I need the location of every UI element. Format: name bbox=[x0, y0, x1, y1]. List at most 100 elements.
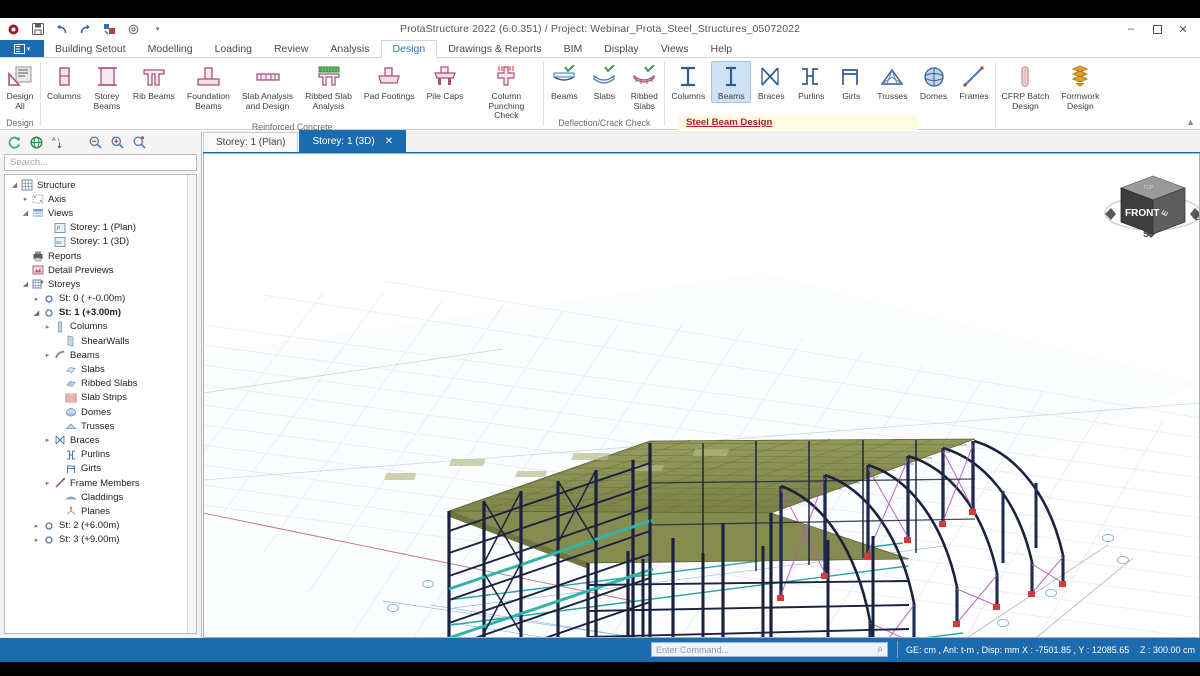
tree-item-views[interactable]: ◢Views bbox=[5, 206, 196, 220]
command-search-icon[interactable]: ⌕ bbox=[877, 644, 883, 655]
tree-scrollbar[interactable] bbox=[187, 175, 196, 633]
formwork-design-button[interactable]: FormworkDesign bbox=[1055, 61, 1105, 112]
ribbon-tab-bim[interactable]: BIM bbox=[553, 40, 594, 57]
tree-item-purlins[interactable]: Purlins bbox=[5, 448, 196, 462]
deflection-slabs-button[interactable]: Slabs bbox=[584, 61, 624, 103]
tree-item-planes[interactable]: Planes bbox=[5, 504, 196, 518]
tree-expander-icon[interactable]: ▸ bbox=[42, 436, 53, 444]
model-3d-canvas[interactable]: Z X Y bbox=[203, 153, 1200, 638]
steel-domes-button[interactable]: Domes bbox=[914, 61, 954, 103]
undo-icon[interactable] bbox=[54, 22, 69, 37]
ribbon-tab-views[interactable]: Views bbox=[650, 40, 700, 57]
rc-columns-button[interactable]: Columns bbox=[41, 61, 87, 103]
sort-az-icon[interactable]: A1 bbox=[50, 134, 67, 151]
globe-icon[interactable] bbox=[28, 134, 45, 151]
steel-girts-button[interactable]: Girts bbox=[831, 61, 871, 103]
slab-analysis-button[interactable]: Slab Analysisand Design bbox=[236, 61, 299, 112]
tree-item-st-2-6-00m[interactable]: ▸St: 2 (+6.00m) bbox=[5, 519, 196, 533]
steel-columns-button[interactable]: Columns bbox=[665, 61, 711, 103]
structure-search-box[interactable] bbox=[4, 154, 197, 171]
structure-tree[interactable]: ◢Structure▸Axis◢ViewsPStorey: 1 (Plan)3D… bbox=[4, 174, 197, 634]
steel-frames-button[interactable]: Frames bbox=[954, 61, 995, 103]
steel-trusses-button[interactable]: Trusses bbox=[871, 61, 913, 103]
tree-item-storey-1-3d[interactable]: 3DStorey: 1 (3D) bbox=[5, 235, 196, 249]
ribbon-tab-review[interactable]: Review bbox=[263, 40, 319, 57]
tree-expander-icon[interactable]: ▸ bbox=[31, 295, 42, 303]
ribbon-tab-loading[interactable]: Loading bbox=[204, 40, 263, 57]
redo-icon[interactable] bbox=[78, 22, 93, 37]
ribbon-tab-building-setout[interactable]: Building Setout bbox=[44, 40, 137, 57]
document-tab-storey-1-plan[interactable]: Storey: 1 (Plan) bbox=[203, 132, 298, 152]
search-input[interactable] bbox=[10, 157, 191, 168]
steel-purlins-button[interactable]: Purlins bbox=[791, 61, 831, 103]
tree-expander-icon[interactable]: ▸ bbox=[42, 351, 53, 359]
ribbon-tab-analysis[interactable]: Analysis bbox=[319, 40, 380, 57]
tree-item-st-0-0-00m[interactable]: ▸St: 0 ( +-0.00m) bbox=[5, 292, 196, 306]
tree-expander-icon[interactable]: ▸ bbox=[42, 479, 53, 487]
tree-expander-icon[interactable]: ▸ bbox=[42, 323, 53, 331]
refresh-icon[interactable] bbox=[6, 134, 23, 151]
tree-item-ribbed-slabs[interactable]: Ribbed Slabs bbox=[5, 377, 196, 391]
tree-expander-icon[interactable]: ▸ bbox=[31, 522, 42, 530]
tree-expander-icon[interactable]: ◢ bbox=[20, 209, 31, 217]
cfrp-batch-design-button[interactable]: CFRP BatchDesign bbox=[996, 61, 1056, 112]
ribbon-tab-help[interactable]: Help bbox=[700, 40, 744, 57]
application-menu-button[interactable]: ▾ bbox=[0, 40, 44, 57]
ribbon-tab-design[interactable]: Design bbox=[381, 40, 438, 58]
tree-expander-icon[interactable]: ▸ bbox=[31, 536, 42, 544]
zoom-reset-icon[interactable] bbox=[131, 134, 148, 151]
tree-item-storey-1-plan[interactable]: PStorey: 1 (Plan) bbox=[5, 221, 196, 235]
tree-item-shearwalls[interactable]: ShearWalls bbox=[5, 334, 196, 348]
tree-item-slab-strips[interactable]: Slab Strips bbox=[5, 391, 196, 405]
tree-item-axis[interactable]: ▸Axis bbox=[5, 192, 196, 206]
tree-item-trusses[interactable]: Trusses bbox=[5, 419, 196, 433]
tree-item-claddings[interactable]: Claddings bbox=[5, 490, 196, 504]
zoom-in-icon[interactable] bbox=[109, 134, 126, 151]
tree-item-braces[interactable]: ▸Braces bbox=[5, 433, 196, 447]
record-icon[interactable] bbox=[6, 22, 21, 37]
close-button[interactable]: ✕ bbox=[1170, 18, 1196, 40]
command-input[interactable] bbox=[656, 645, 877, 655]
maximize-button[interactable] bbox=[1144, 18, 1170, 40]
tree-item-slabs[interactable]: Slabs bbox=[5, 362, 196, 376]
close-tab-icon[interactable]: ✕ bbox=[385, 136, 393, 147]
design-all-button[interactable]: DesignAll bbox=[0, 61, 40, 112]
tree-item-structure[interactable]: ◢Structure bbox=[5, 178, 196, 192]
tree-item-st-3-9-00m[interactable]: ▸St: 3 (+9.00m) bbox=[5, 533, 196, 547]
ribbon-tab-drawings-reports[interactable]: Drawings & Reports bbox=[437, 40, 552, 57]
tree-expander-icon[interactable]: ◢ bbox=[9, 181, 20, 189]
ribbed-slab-analysis-button[interactable]: Ribbed SlabAnalysis bbox=[299, 61, 358, 112]
document-tab-storey-1-3d[interactable]: Storey: 1 (3D)✕ bbox=[299, 130, 406, 152]
tree-item-st-1-3-00m[interactable]: ◢St: 1 (+3.00m) bbox=[5, 306, 196, 320]
pile-caps-button[interactable]: Pile Caps bbox=[421, 61, 470, 103]
minimize-button[interactable]: – bbox=[1118, 18, 1144, 40]
command-input-box[interactable]: ⌕ bbox=[651, 642, 888, 657]
customize-caret-icon[interactable]: ▾ bbox=[150, 22, 165, 37]
storey-beams-button[interactable]: StoreyBeams bbox=[87, 61, 127, 112]
tree-item-detail-previews[interactable]: Detail Previews bbox=[5, 263, 196, 277]
pad-footings-button[interactable]: Pad Footings bbox=[358, 61, 421, 103]
tree-item-reports[interactable]: Reports bbox=[5, 249, 196, 263]
deflection-ribbed-slabs-button[interactable]: RibbedSlabs bbox=[624, 61, 664, 112]
zoom-selection-icon[interactable] bbox=[87, 134, 104, 151]
tree-item-storeys[interactable]: ◢Storeys bbox=[5, 277, 196, 291]
save-icon[interactable] bbox=[30, 22, 45, 37]
tree-item-frame-members[interactable]: ▸Frame Members bbox=[5, 476, 196, 490]
model-update-icon[interactable] bbox=[102, 22, 117, 37]
ribbon-collapse-icon[interactable]: ▲ bbox=[1186, 117, 1195, 127]
steel-braces-button[interactable]: Braces bbox=[751, 61, 791, 103]
foundation-beams-button[interactable]: FoundationBeams bbox=[181, 61, 236, 112]
tree-item-beams[interactable]: ▸Beams bbox=[5, 348, 196, 362]
column-punching-check-button[interactable]: ColumnPunching Check bbox=[469, 61, 543, 122]
ribbon-tab-display[interactable]: Display bbox=[593, 40, 649, 57]
tree-item-girts[interactable]: Girts bbox=[5, 462, 196, 476]
tree-item-domes[interactable]: Domes bbox=[5, 405, 196, 419]
deflection-beams-button[interactable]: Beams bbox=[544, 61, 584, 103]
steel-beams-button[interactable]: Beams bbox=[711, 61, 751, 103]
tree-item-columns[interactable]: ▸Columns bbox=[5, 320, 196, 334]
ribbon-tab-modelling[interactable]: Modelling bbox=[137, 40, 204, 57]
settings-gear-icon[interactable] bbox=[126, 22, 141, 37]
tree-expander-icon[interactable]: ◢ bbox=[20, 280, 31, 288]
steel-structure-3d-render[interactable]: Z X Y bbox=[203, 153, 1200, 638]
rib-beams-button[interactable]: Rib Beams bbox=[127, 61, 181, 103]
